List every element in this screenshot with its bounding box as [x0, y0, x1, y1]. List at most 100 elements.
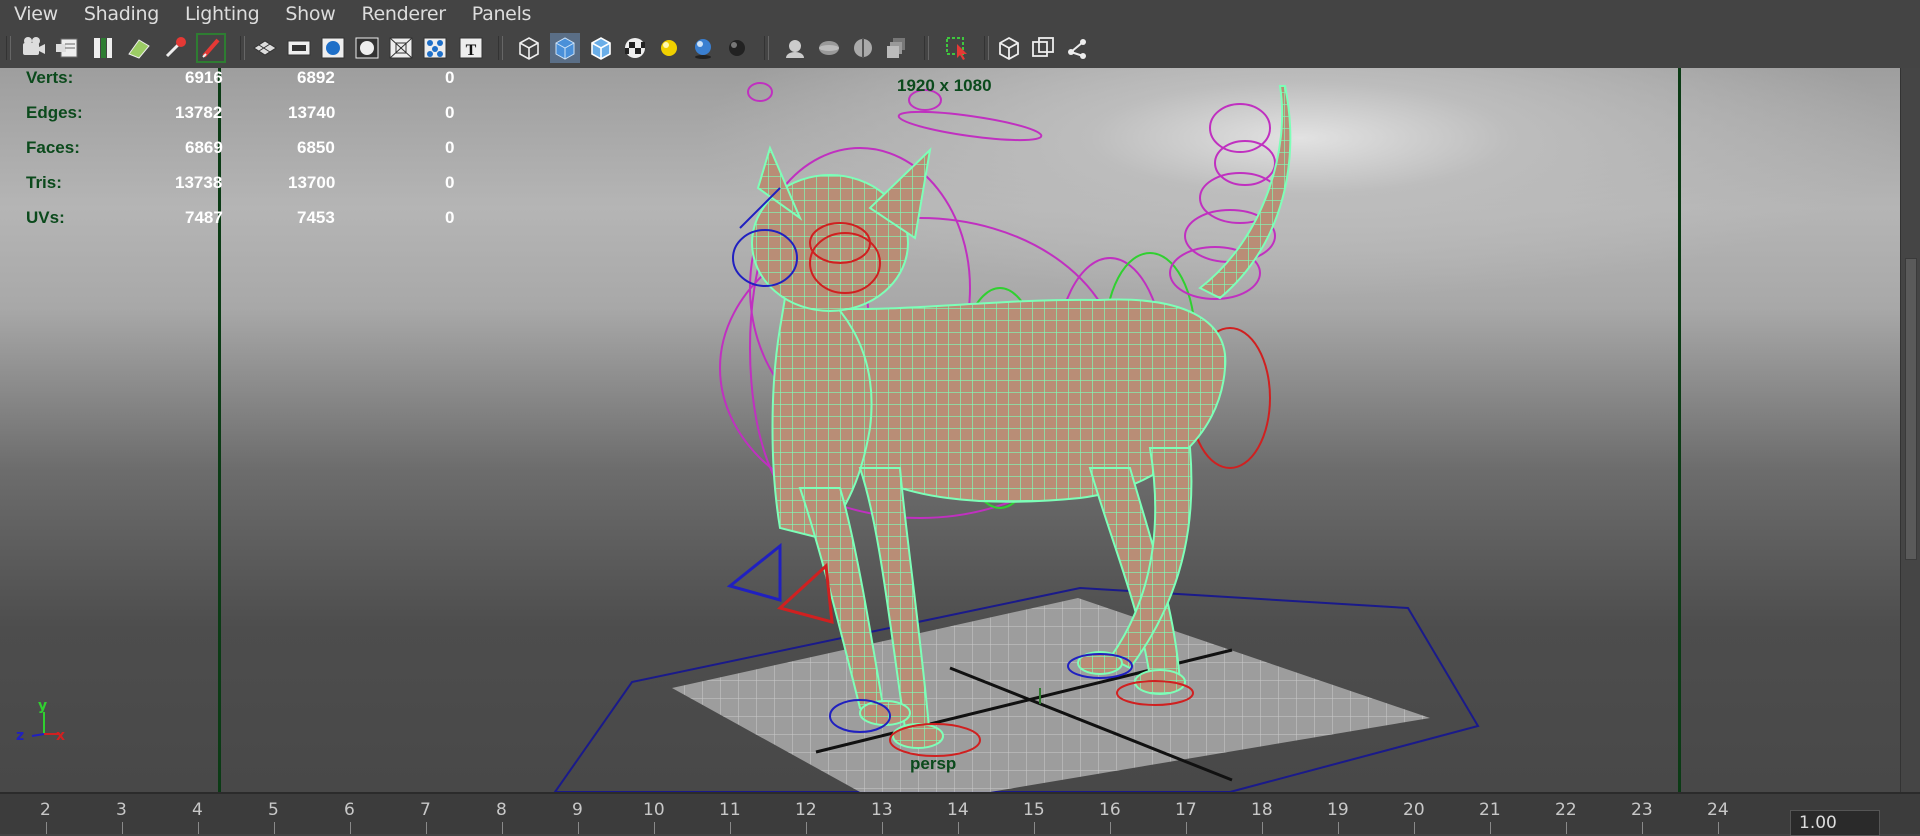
toolbar-separator [764, 36, 769, 60]
select-camera-icon[interactable] [18, 33, 48, 63]
menu-view[interactable]: View [0, 3, 71, 25]
timeline-tick [1262, 822, 1263, 834]
timeline-tick-label: 8 [496, 800, 507, 820]
timeline-tick [1186, 822, 1187, 834]
timeline-tick-label: 20 [1403, 800, 1425, 820]
timeline-tick [502, 822, 503, 834]
hud-value: 6892 [297, 68, 335, 87]
motion-blur-icon[interactable] [780, 33, 810, 63]
toolbar-separator [498, 36, 503, 60]
timeline-tick [730, 822, 731, 834]
hud-label-faces: Faces: [26, 138, 80, 157]
shadows-icon[interactable] [688, 33, 718, 63]
perspective-viewport[interactable]: Verts: 6916 6892 0 Edges: 13782 13740 0 … [0, 68, 1900, 792]
camera-name-label: persp [910, 754, 957, 773]
field-chart-icon[interactable] [386, 33, 416, 63]
timeline-tick-label: 22 [1555, 800, 1577, 820]
hud-value: 6916 [185, 68, 223, 87]
resolution-gate-icon[interactable] [318, 33, 348, 63]
panel-scrollbar[interactable] [1900, 68, 1920, 792]
grid-icon[interactable] [250, 33, 280, 63]
timeline-tick-label: 18 [1251, 800, 1273, 820]
timeline-tick-label: 7 [420, 800, 431, 820]
toolbar-separator [240, 36, 245, 60]
rig-control-ear [747, 82, 773, 102]
axis-y-label: y [38, 698, 48, 714]
textured-icon[interactable] [620, 33, 650, 63]
timeline-tick [426, 822, 427, 834]
timeline-tick-label: 23 [1631, 800, 1653, 820]
hud-value: 13700 [288, 173, 336, 192]
timeline-tick-label: 11 [719, 800, 741, 820]
timeline-tick-label: 13 [871, 800, 893, 820]
wireframe-icon[interactable] [514, 33, 544, 63]
timeline-tick-label: 4 [192, 800, 203, 820]
current-frame-field[interactable]: 1.00 [1790, 810, 1880, 836]
use-all-lights-icon[interactable] [654, 33, 684, 63]
hud-value: 13738 [175, 173, 223, 192]
timeline-tick-label: 3 [116, 800, 127, 820]
scrollbar-thumb[interactable] [1905, 258, 1917, 560]
safe-title-icon[interactable]: T [456, 33, 486, 63]
resolution-gate-right [1678, 68, 1681, 792]
multisample-aa-icon[interactable] [814, 33, 844, 63]
2d-pan-zoom-icon[interactable] [160, 33, 190, 63]
timeline-tick-label: 24 [1707, 800, 1729, 820]
smooth-shade-icon[interactable] [550, 33, 580, 63]
hud-label-tris: Tris: [26, 173, 62, 192]
wireframe-on-shaded-icon[interactable] [586, 33, 616, 63]
toolbar-separator [6, 36, 11, 60]
hud-label-edges: Edges: [26, 103, 83, 122]
timeline-tick [198, 822, 199, 834]
menu-show[interactable]: Show [272, 3, 348, 25]
hud-value: 0 [445, 138, 455, 157]
resolution-label: 1920 x 1080 [897, 76, 992, 95]
timeline-tick [274, 822, 275, 834]
isolate-select-icon[interactable] [942, 33, 972, 63]
xray-icon[interactable] [994, 33, 1024, 63]
timeline-tick [1110, 822, 1111, 834]
hud-value: 13740 [288, 103, 336, 122]
xray-joints-icon[interactable] [1062, 33, 1092, 63]
camera-attributes-icon[interactable] [52, 33, 82, 63]
timeline-tick-label: 15 [1023, 800, 1045, 820]
depth-of-field-icon[interactable] [848, 33, 878, 63]
xray-active-components-icon[interactable] [1028, 33, 1058, 63]
menu-lighting[interactable]: Lighting [172, 3, 272, 25]
rig-control-triangle-blue [726, 542, 782, 602]
timeline-tick-label: 10 [643, 800, 665, 820]
menu-shading[interactable]: Shading [71, 3, 172, 25]
hardware-fog-icon[interactable] [882, 33, 912, 63]
svg-text:T: T [466, 42, 477, 59]
hud-value: 13782 [175, 103, 223, 122]
rig-control-halo [897, 110, 1043, 142]
hud-value: 6869 [185, 138, 223, 157]
timeline-tick-label: 16 [1099, 800, 1121, 820]
hud-value: 0 [445, 68, 455, 87]
timeline-tick [46, 822, 47, 834]
grease-pencil-icon[interactable] [196, 33, 226, 63]
toolbar-separator [924, 36, 929, 60]
timeline-tick-label: 2 [40, 800, 51, 820]
timeline-tick-label: 5 [268, 800, 279, 820]
safe-action-icon[interactable] [420, 33, 450, 63]
timeline-tick [122, 822, 123, 834]
axis-x-label: x [56, 728, 66, 744]
film-gate-icon[interactable] [284, 33, 314, 63]
timeline-tick-label: 14 [947, 800, 969, 820]
timeline-tick [958, 822, 959, 834]
hud-value: 7453 [297, 208, 335, 227]
timeline-tick-label: 17 [1175, 800, 1197, 820]
image-plane-icon[interactable] [124, 33, 154, 63]
timeline-tick [578, 822, 579, 834]
bookmarks-icon[interactable] [88, 33, 118, 63]
screen-space-ao-icon[interactable] [722, 33, 752, 63]
timeline-tick [1490, 822, 1491, 834]
hud-value: 0 [445, 173, 455, 192]
hud-label-uvs: UVs: [26, 208, 65, 227]
menu-renderer[interactable]: Renderer [348, 3, 458, 25]
menu-panels[interactable]: Panels [459, 3, 544, 25]
time-slider[interactable]: 2 3 4 5 6 7 8 9 10 11 12 13 14 15 16 17 … [0, 792, 1920, 834]
gate-mask-icon[interactable] [352, 33, 382, 63]
timeline-tick [1566, 822, 1567, 834]
